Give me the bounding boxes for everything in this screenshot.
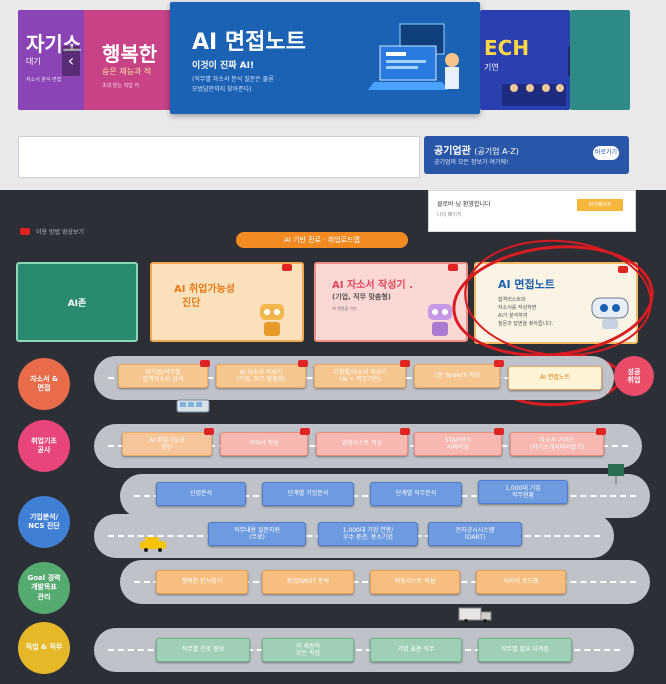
- roadmap-item-resume-guide[interactable]: 자소서 가이드 (자기소개서따라잡기): [510, 432, 604, 456]
- roadmap-item-resume-writer[interactable]: 기획별/자소서 작성기 (AI + 직무기반): [314, 364, 406, 388]
- roadmap-item-bucket-list[interactable]: 버킷리스트 작성: [370, 570, 460, 594]
- banner-title: AI 면접노트: [192, 30, 306, 55]
- roadmap-item-top1000-status[interactable]: 1,000대 기업 직무현황: [478, 480, 568, 504]
- roadmap-item-ai-readiness[interactable]: AI 취업가능성 진단: [122, 432, 212, 456]
- banner-title: 행복한: [102, 42, 158, 66]
- roadmap-item-speech[interactable]: 1분 Speech 작성: [414, 364, 500, 388]
- taxi-icon: [140, 537, 166, 552]
- search-input[interactable]: [18, 136, 420, 178]
- roadmap-item-certificates[interactable]: 직무별 필요 자격증: [478, 638, 572, 662]
- ai-zone-box[interactable]: AI존: [16, 262, 138, 342]
- truck-icon: [458, 607, 492, 623]
- youtube-icon[interactable]: [448, 264, 458, 271]
- youtube-icon[interactable]: [282, 264, 292, 271]
- success-pin: 성공 취업: [614, 356, 654, 396]
- robot-icon: [260, 304, 284, 336]
- category-job-basics[interactable]: 취업기초 공사: [18, 420, 70, 472]
- banner-desc: (직무별 자소서 분석 질문은 물론: [192, 76, 274, 83]
- youtube-icon[interactable]: [200, 360, 210, 367]
- youtube-icon[interactable]: [494, 360, 504, 367]
- roadmap-item-career-info[interactable]: 직무별 진로 정보: [156, 638, 250, 662]
- roadmap-item-job-questions[interactable]: 직무내용 질문지원 (무료): [208, 522, 306, 546]
- banner-sub: 이것이 진짜 AI!: [192, 61, 255, 71]
- roadmap-item-ai-resume-writer[interactable]: AI 자소서 작성기 (기업, 직무 맞춤형): [216, 364, 306, 388]
- public-company-title-main: 공기업관: [434, 146, 471, 157]
- people-illustration-icon: [502, 84, 566, 106]
- ai-readiness-box[interactable]: AI 취업가능성 진단: [150, 262, 304, 342]
- roadmap-title: AI 기반 진로 · 취업로드맵: [236, 232, 408, 248]
- youtube-icon[interactable]: [298, 360, 308, 367]
- roadmap-item-swot[interactable]: 취업SWOT 분석: [262, 570, 354, 594]
- roadmap-item-company-analysis[interactable]: 단계별 기업분석: [262, 482, 354, 506]
- readiness-title: AI 취업가능성: [174, 284, 235, 295]
- ai-zone-label: AI존: [67, 299, 87, 309]
- roadmap-item-job-analysis[interactable]: 단계별 직무분석: [370, 482, 462, 506]
- go-button[interactable]: 바로가기: [593, 146, 619, 160]
- ai-resume-writer-box[interactable]: AI 자소서 작성기 . (기업, 직무 맞춤형) AI 챗봇을 기반: [314, 262, 468, 342]
- banner-desc: 초대 받는 직업 커: [102, 83, 139, 89]
- category-goal-career[interactable]: Goal 경력 개발목표 관리: [18, 562, 70, 614]
- category-resume-interview[interactable]: 자소서 & 면접: [18, 358, 70, 410]
- category-company-ncs[interactable]: 기업분석/ NCS 진단: [18, 496, 70, 548]
- public-company-title: 공기업관 (공기업 A-Z): [434, 142, 519, 157]
- banner-title: ECH: [484, 36, 530, 60]
- youtube-icon[interactable]: [400, 360, 410, 367]
- bus-icon: [176, 399, 210, 413]
- banner-sub: 대기: [26, 57, 41, 66]
- banner-sub: 승은 재능과 적: [102, 67, 152, 76]
- banner-happy[interactable]: 행복한 승은 재능과 적 초대 받는 직업 커: [84, 10, 178, 110]
- public-company-title-sub: (공기업 A-Z): [474, 147, 519, 156]
- carousel-prev-button[interactable]: ‹: [62, 46, 80, 76]
- banner-tech[interactable]: ECH 기연: [480, 10, 570, 110]
- roadmap-item-star[interactable]: STAR방식 사례작성: [414, 432, 502, 456]
- youtube-icon[interactable]: [494, 428, 504, 435]
- roadmap-item-standard-duty[interactable]: 기업 표준 직무: [370, 638, 462, 662]
- youtube-icon[interactable]: [300, 428, 310, 435]
- category-job-duty[interactable]: 직업 & 직무: [18, 622, 70, 674]
- user-notice-panel: 클로바 님 환영합니다 나의 페이지 마이페이지: [428, 190, 636, 232]
- roadmap-item-industry-analysis[interactable]: 산업분석: [156, 482, 246, 506]
- roadmap-item-happy-recognition[interactable]: 행복한 인식찾기: [156, 570, 248, 594]
- readiness-title2: 진단: [182, 298, 201, 309]
- roadmap-item-career-roadmap[interactable]: 커리어 로드맵: [476, 570, 566, 594]
- notice-line2: 나의 페이지: [437, 212, 462, 218]
- banner-ai-interview[interactable]: AI 면접노트 이것이 진짜 AI! (직무별 자소서 분석 질문은 물론 모범…: [170, 2, 480, 114]
- roadmap-item-dart[interactable]: 전자공시시스템 (DART): [428, 522, 522, 546]
- resume-sub: (기업, 직무 맞춤형): [332, 293, 392, 301]
- roadmap-item-cv[interactable]: 이력서 작성: [220, 432, 308, 456]
- resume-title: AI 자소서 작성기 .: [332, 280, 413, 291]
- roadmap-item-all-jobs[interactable]: 이 세상의 모든 직업: [262, 638, 354, 662]
- roadmap-item-salary[interactable]: 1,000대 기업 연봉/ 우수 중견, 중소기업: [318, 522, 418, 546]
- notice-line1: 클로바 님 환영합니다: [437, 201, 491, 208]
- roadmap-item-experience-list[interactable]: 경험리스트 작성: [316, 432, 408, 456]
- roadmap-item-ai-interview-note[interactable]: AI 면접노트: [508, 366, 602, 390]
- banner-desc: 자소서 분석·면접: [26, 77, 62, 83]
- youtube-icon[interactable]: [20, 228, 30, 235]
- mypage-button[interactable]: 마이페이지: [577, 199, 623, 211]
- youtube-guide-link[interactable]: 이용 방법 영상보기: [36, 227, 84, 236]
- banner-extra[interactable]: [570, 10, 630, 110]
- resume-small: AI 챗봇을 기반: [332, 306, 357, 311]
- traffic-sign-icon: [608, 464, 624, 484]
- youtube-icon[interactable]: [400, 428, 410, 435]
- banner-sub: 기연: [484, 63, 499, 72]
- public-company-hall-button[interactable]: 공기업관 (공기업 A-Z) 공기업의 모든 정보가 여기에! 바로가기: [424, 136, 629, 174]
- youtube-icon[interactable]: [596, 428, 606, 435]
- public-company-desc: 공기업의 모든 정보가 여기에!: [434, 159, 509, 166]
- roadmap-item-resume-search[interactable]: 대기업/직무별 합격자소서 검색: [118, 364, 208, 388]
- banner-desc: 모범답안까지 찾아준다): [192, 86, 252, 93]
- youtube-icon[interactable]: [204, 428, 214, 435]
- laptop-illustration-icon: [368, 23, 459, 90]
